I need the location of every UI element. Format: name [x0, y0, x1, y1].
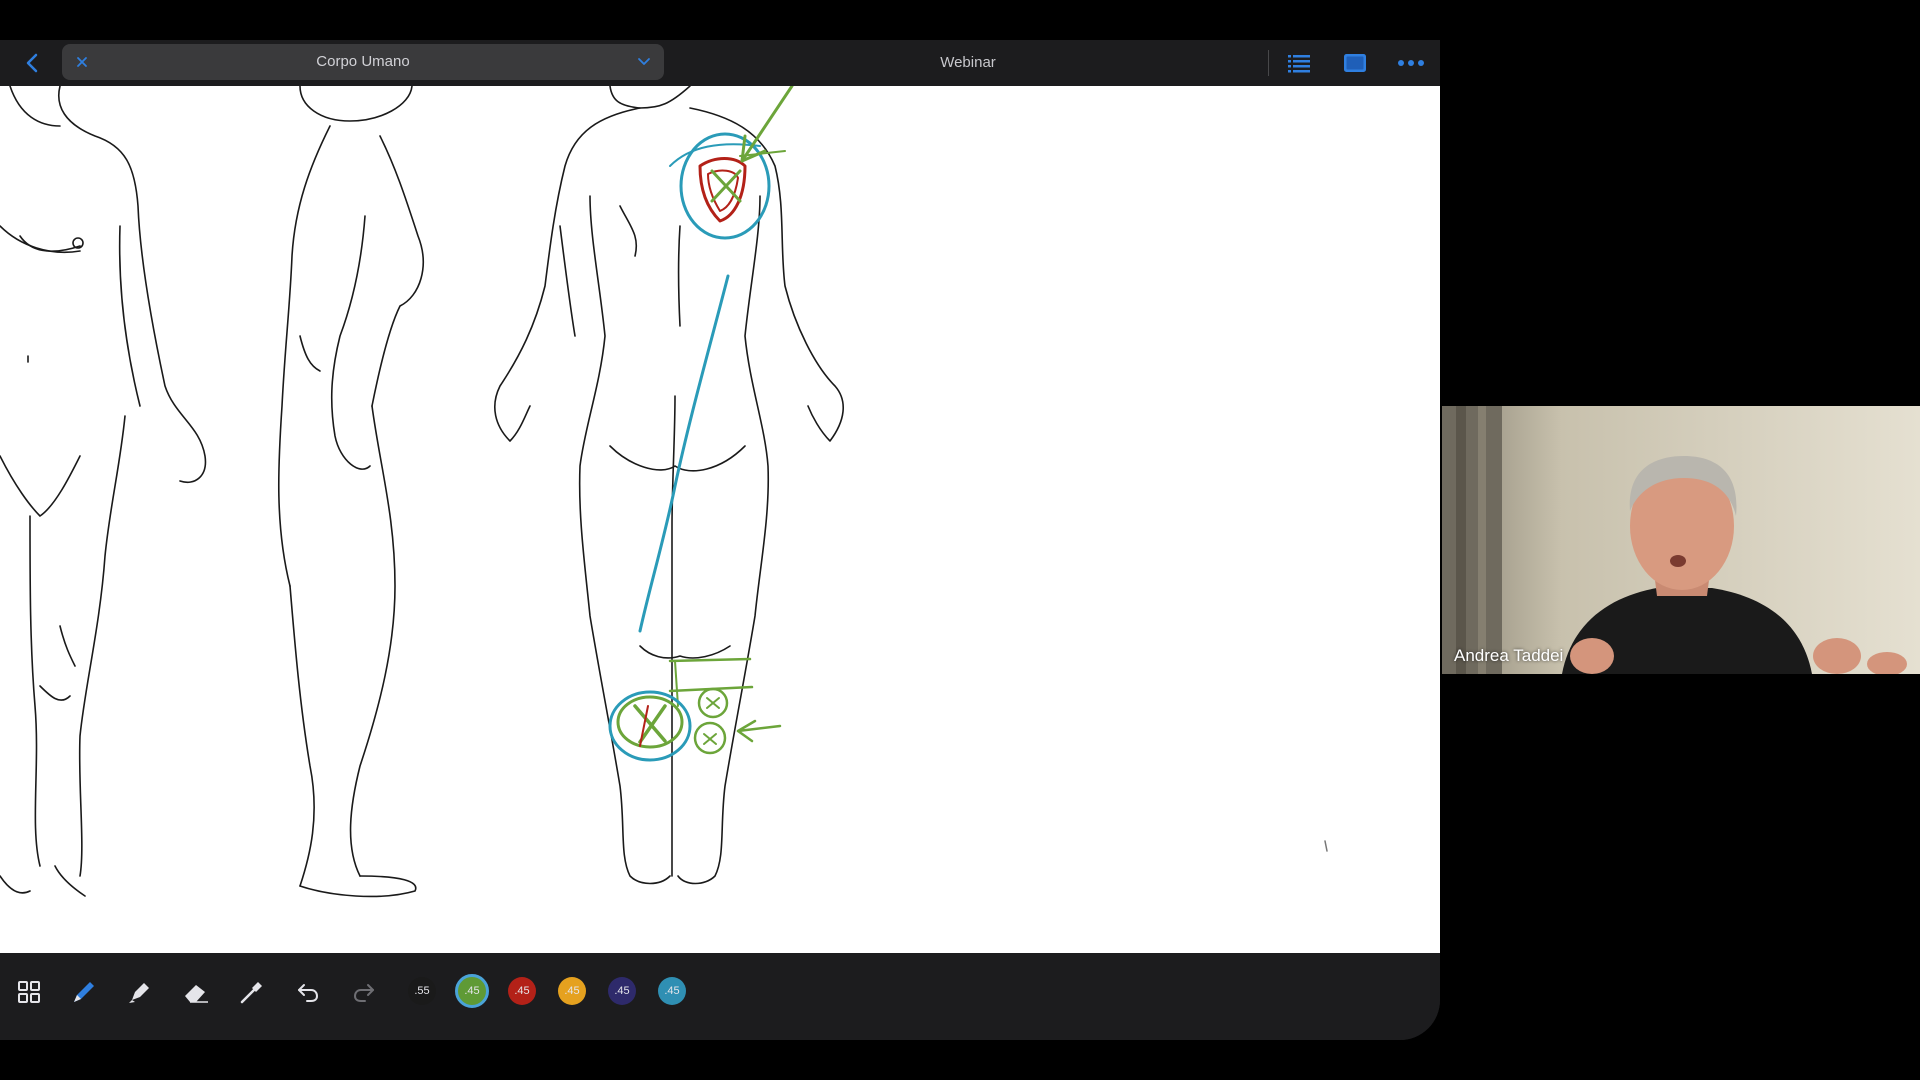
- close-tab-button[interactable]: [72, 52, 92, 72]
- chevron-left-icon: [26, 53, 38, 73]
- toolbar-divider: [1268, 50, 1269, 76]
- chevron-down-icon: [638, 58, 650, 65]
- undo-button[interactable]: [291, 975, 325, 1009]
- app-window: Corpo Umano Webinar .55 .45 .45 .45 .45 …: [0, 40, 1440, 1040]
- eraser-icon: [185, 985, 208, 1003]
- color-swatch-6[interactable]: .45: [658, 977, 686, 1005]
- participant-name: Andrea Taddei: [1454, 646, 1564, 665]
- top-bar: Corpo Umano Webinar: [0, 40, 1440, 86]
- view-mode-button[interactable]: [1340, 49, 1370, 77]
- close-icon: [77, 57, 87, 67]
- grid-icon: [18, 981, 40, 1003]
- color-swatch-2[interactable]: .45: [455, 974, 489, 1008]
- color-swatch-4[interactable]: .45: [558, 977, 586, 1005]
- undo-icon: [298, 984, 319, 1002]
- screen-icon: [1344, 54, 1366, 72]
- redo-button[interactable]: [347, 975, 381, 1009]
- color-swatch-1[interactable]: .55: [408, 977, 436, 1005]
- center-title: Webinar: [940, 54, 996, 71]
- pen-icon: [74, 982, 94, 1002]
- drawing-canvas[interactable]: [0, 86, 1440, 953]
- bottom-toolbar: .55 .45 .45 .45 .45 .45: [0, 953, 1440, 1040]
- document-title: Corpo Umano: [316, 53, 410, 70]
- lasso-tool[interactable]: [235, 975, 269, 1009]
- color-swatch-5[interactable]: .45: [608, 977, 636, 1005]
- lasso-icon: [240, 982, 262, 1004]
- highlighter-tool[interactable]: [123, 975, 157, 1009]
- document-dropdown-button[interactable]: [634, 52, 654, 72]
- annotations: [608, 86, 1328, 852]
- color-swatch-3[interactable]: .45: [508, 977, 536, 1005]
- figure-side: [277, 86, 424, 898]
- back-button[interactable]: [18, 49, 46, 77]
- body-diagram: [0, 86, 1328, 898]
- participant-video: Andrea Taddei: [1442, 406, 1920, 674]
- figure-back: [494, 86, 845, 885]
- highlighter-icon: [129, 983, 149, 1003]
- list-icon: [1288, 55, 1310, 73]
- participant-image: [1442, 406, 1920, 674]
- more-button[interactable]: [1396, 49, 1426, 77]
- figure-front: [0, 86, 207, 897]
- eraser-tool[interactable]: [179, 975, 213, 1009]
- more-icon: [1398, 60, 1424, 66]
- pen-tool[interactable]: [67, 975, 101, 1009]
- document-tab[interactable]: Corpo Umano: [62, 44, 664, 80]
- redo-icon: [353, 984, 374, 1002]
- outline-button[interactable]: [1284, 49, 1314, 77]
- grid-button[interactable]: [12, 975, 46, 1009]
